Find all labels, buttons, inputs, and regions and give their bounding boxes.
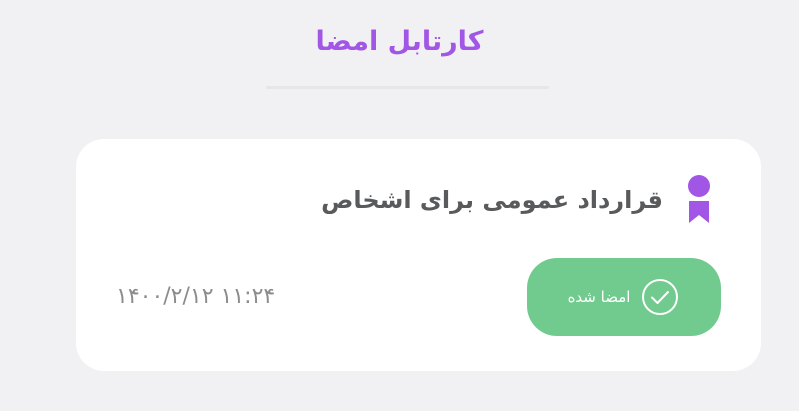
- award-ribbon-icon: [688, 175, 710, 223]
- document-datetime: ۱۴۰۰/۲/۱۲ ۱۱:۲۴: [116, 284, 276, 309]
- document-card[interactable]: قرارداد عمومی برای اشخاص امضا شده ۱۴۰۰/۲…: [76, 139, 761, 371]
- status-label: امضا شده: [567, 288, 631, 306]
- page-title: کارتابل امضا: [315, 26, 484, 57]
- signed-status-badge[interactable]: امضا شده: [527, 258, 721, 336]
- title-divider: [266, 86, 549, 89]
- card-title: قرارداد عمومی برای اشخاص: [321, 186, 663, 214]
- check-circle-icon: [642, 279, 679, 315]
- card-header: قرارداد عمومی برای اشخاص: [321, 175, 713, 225]
